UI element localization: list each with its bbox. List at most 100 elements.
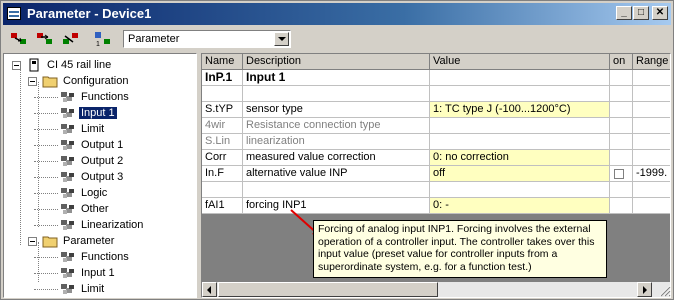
parameter-icon	[61, 92, 74, 102]
device-icon	[29, 58, 39, 72]
cell-on[interactable]	[610, 102, 633, 118]
tree-item-label: Input 1	[79, 107, 117, 119]
tree-item-label: CI 45 rail line	[47, 59, 112, 71]
cell-description: Input 1	[243, 70, 430, 86]
tree-item[interactable]: Output 1	[60, 137, 125, 153]
column-header-range[interactable]: Range	[633, 54, 670, 70]
table-row[interactable]	[202, 86, 670, 102]
close-button[interactable]: ✕	[652, 6, 668, 20]
tree-item-label: Output 1	[81, 139, 124, 151]
tree-item[interactable]: Functions	[60, 249, 131, 265]
scroll-left-icon[interactable]	[202, 282, 217, 297]
tree-item-label: Configuration	[63, 75, 129, 87]
maximize-button[interactable]: □	[633, 6, 649, 20]
cell-on[interactable]	[610, 118, 633, 134]
cell-description: linearization	[243, 134, 430, 150]
resize-grip-icon[interactable]	[657, 283, 671, 297]
cell-value[interactable]: 0: -	[430, 198, 610, 214]
enable-checkbox[interactable]	[614, 169, 624, 179]
cell-value[interactable]	[430, 70, 610, 86]
horizontal-scrollbar[interactable]	[202, 282, 670, 297]
tree-item[interactable]: Input 1	[60, 105, 117, 121]
cell-value[interactable]	[430, 86, 610, 102]
parameter-icon	[61, 140, 74, 150]
tree-item-label: Limit	[81, 123, 105, 135]
cell-range: -1999.	[633, 166, 670, 182]
cell-name: S.Lin	[202, 134, 243, 150]
cell-value[interactable]: off	[430, 166, 610, 182]
cell-on[interactable]	[610, 166, 633, 182]
table-row[interactable]: In.F alternative value INP off -1999.	[202, 166, 670, 182]
cell-on[interactable]	[610, 198, 633, 214]
cell-on[interactable]	[610, 86, 633, 102]
red-green-marker-icon-2[interactable]	[35, 30, 55, 48]
tree-item-label: Limit	[81, 283, 105, 295]
table-row[interactable]: Corr measured value correction 0: no corre…	[202, 150, 670, 166]
tree-item[interactable]: Output 3	[60, 169, 125, 185]
chevron-down-icon[interactable]	[274, 32, 289, 46]
scroll-right-icon[interactable]	[637, 282, 652, 297]
column-header-description[interactable]: Description	[243, 54, 430, 70]
help-tooltip: Forcing of analog input INP1. Forcing in…	[313, 220, 607, 278]
window-table-icon	[7, 7, 21, 20]
view-select[interactable]: Parameter	[123, 30, 291, 48]
tree-item-label: Output 2	[81, 155, 124, 167]
folder-icon	[42, 236, 58, 248]
tree-item[interactable]: Parameter	[42, 233, 116, 249]
column-header-on[interactable]: on	[610, 54, 633, 70]
cell-on[interactable]	[610, 70, 633, 86]
tree-item[interactable]: Limit	[60, 281, 106, 297]
tree-item[interactable]: Linearization	[60, 217, 145, 233]
parameter-icon	[61, 172, 74, 182]
tree-item[interactable]: Functions	[60, 89, 131, 105]
tree-item[interactable]: Limit	[60, 121, 106, 137]
tree-item[interactable]: CI 45 rail line	[26, 57, 113, 73]
tree-item[interactable]: Logic	[60, 185, 109, 201]
tree-item[interactable]: Input 1	[60, 265, 117, 281]
red-green-marker-icon-3[interactable]	[61, 30, 81, 48]
cell-value[interactable]	[430, 182, 610, 198]
minimize-button[interactable]: _	[616, 6, 632, 20]
cell-value[interactable]	[430, 118, 610, 134]
collapse-toggle-icon[interactable]	[28, 237, 37, 246]
cell-value[interactable]: 0: no correction	[430, 150, 610, 166]
cell-on[interactable]	[610, 134, 633, 150]
cell-range	[633, 182, 670, 198]
cell-description: forcing INP1	[243, 198, 430, 214]
table-row[interactable]: S.Lin linearization	[202, 134, 670, 150]
svg-text:1: 1	[96, 41, 100, 48]
folder-icon	[42, 76, 58, 88]
cell-description	[243, 86, 430, 102]
window-title: Parameter - Device1	[27, 6, 152, 21]
column-header-value[interactable]: Value	[430, 54, 610, 70]
table-row[interactable]	[202, 182, 670, 198]
table-row[interactable]: S.tYP sensor type 1: TC type J (-100...120…	[202, 102, 670, 118]
cell-range	[633, 198, 670, 214]
collapse-toggle-icon[interactable]	[28, 77, 37, 86]
cell-value[interactable]: 1: TC type J (-100...1200°C)	[430, 102, 610, 118]
red-green-marker-icon-1[interactable]	[9, 30, 29, 48]
parameter-icon	[61, 284, 74, 294]
blue-marker-icon[interactable]: 1	[93, 30, 113, 48]
title-bar[interactable]: Parameter - Device1 _ □ ✕	[3, 3, 671, 25]
table-row[interactable]: fAI1 forcing INP1 0: -	[202, 198, 670, 214]
cell-description: measured value correction	[243, 150, 430, 166]
cell-description: Resistance connection type	[243, 118, 430, 134]
tree-item-label: Logic	[81, 187, 108, 199]
tree-item[interactable]: Output 2	[60, 153, 125, 169]
tree-item[interactable]: Other	[60, 201, 111, 217]
cell-name: Corr	[202, 150, 243, 166]
cell-on[interactable]	[610, 182, 633, 198]
cell-description: alternative value INP	[243, 166, 430, 182]
cell-description: sensor type	[243, 102, 430, 118]
tree-item[interactable]: Configuration	[42, 73, 130, 89]
tree-item-label: Input 1	[81, 267, 115, 279]
table-row[interactable]: InP.1 Input 1	[202, 70, 670, 86]
scrollbar-thumb[interactable]	[218, 282, 438, 297]
tree-item-label: Functions	[81, 91, 129, 103]
cell-name: fAI1	[202, 198, 243, 214]
cell-on[interactable]	[610, 150, 633, 166]
table-row[interactable]: 4wir Resistance connection type	[202, 118, 670, 134]
column-header-name[interactable]: Name	[202, 54, 243, 70]
cell-value[interactable]	[430, 134, 610, 150]
